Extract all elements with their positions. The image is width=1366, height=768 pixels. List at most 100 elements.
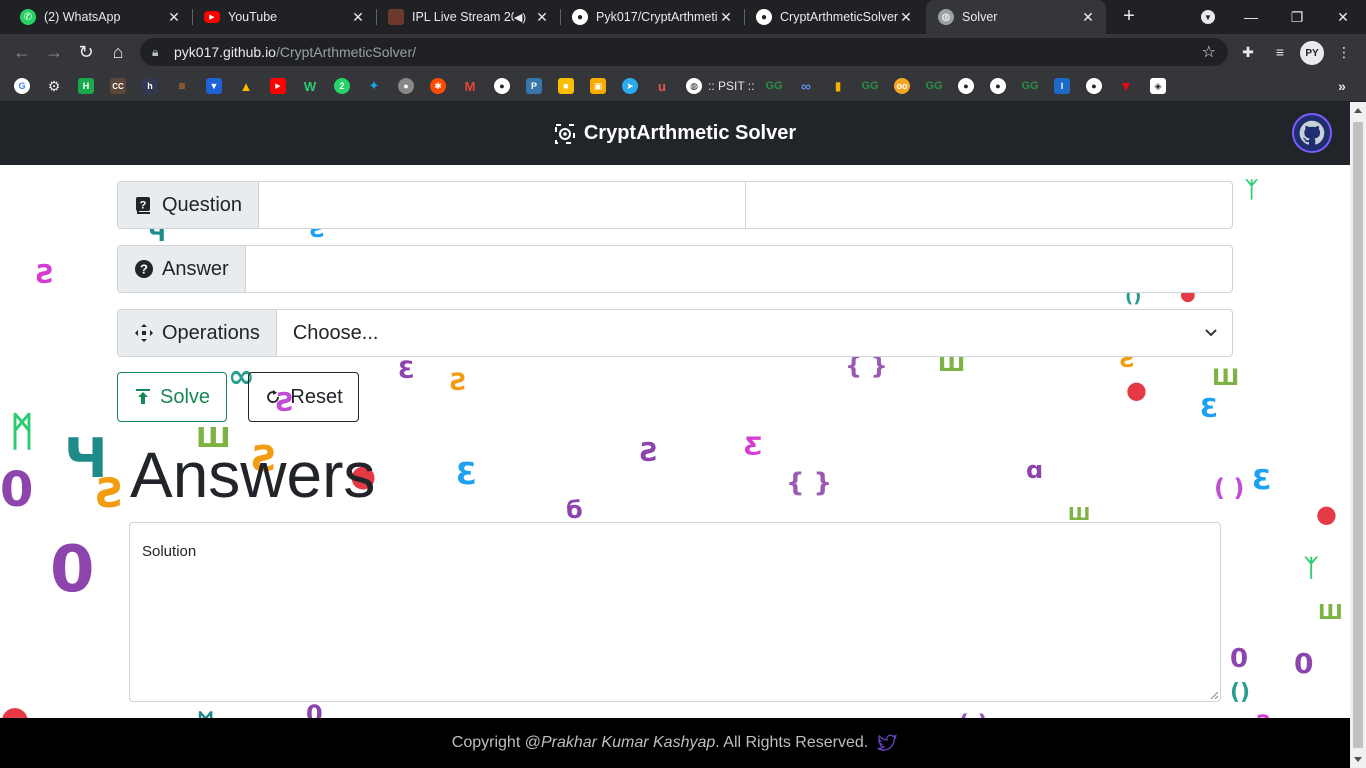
close-icon[interactable]: ✕ (1080, 9, 1096, 26)
bookmark-python[interactable]: P (526, 76, 542, 96)
address-bar[interactable]: 🔒︎ pyk017.github.io/CryptArthmeticSolver… (140, 38, 1228, 66)
github-link[interactable] (1292, 113, 1332, 153)
bookmark-gfg2[interactable]: GG (861, 76, 879, 96)
maximize-button[interactable]: ❐ (1274, 0, 1320, 34)
scroll-up-arrow-icon[interactable] (1354, 108, 1362, 113)
reset-button[interactable]: Reset (248, 372, 359, 422)
question-input-left[interactable] (259, 182, 746, 228)
twitter-icon[interactable] (876, 732, 898, 754)
germ-decoration: Ɛ (1252, 463, 1272, 496)
bookmark-codeforces[interactable]: ▼ (206, 76, 222, 96)
window-close-button[interactable]: ✕ (1320, 0, 1366, 34)
github-icon: ● (494, 78, 510, 94)
bookmark-gfg[interactable]: GG (765, 76, 783, 96)
operations-select[interactable]: Choose... (276, 310, 1232, 356)
tab-title: YouTube (228, 10, 278, 24)
url-path: /CryptArthmeticSolver/ (275, 44, 417, 60)
bookmark-swiggy[interactable]: ✱ (430, 76, 446, 96)
navbar: CryptArthmetic Solver (0, 102, 1350, 165)
bookmark-twitter[interactable]: ✦ (366, 76, 382, 96)
new-tab-button[interactable]: + (1118, 6, 1140, 28)
question-input-right[interactable] (745, 182, 1232, 228)
bookmark-hackerearth[interactable]: h (142, 76, 158, 96)
page-scrollbar[interactable] (1350, 102, 1366, 768)
bookmark-youtube[interactable]: ▶ (270, 76, 286, 96)
bookmarks-overflow[interactable]: » (1334, 76, 1350, 96)
bookmark-circle[interactable]: ● (398, 76, 414, 96)
tab-github-repo[interactable]: ● Pyk017/CryptArthmeti ✕ (560, 0, 744, 34)
bookmark-settings[interactable]: ⚙ (46, 76, 62, 96)
profile-avatar[interactable]: PY (1300, 41, 1324, 65)
answer-input[interactable] (245, 246, 1232, 292)
cube-icon: ◈ (1150, 78, 1166, 94)
minimize-button[interactable]: — (1228, 0, 1274, 34)
twitter-icon: ✦ (368, 78, 380, 93)
bookmark-gmail[interactable]: M (462, 76, 478, 96)
bookmark-cube[interactable]: ◈ (1150, 76, 1166, 96)
github-icon: ● (958, 78, 974, 94)
navbar-brand[interactable]: CryptArthmetic Solver (554, 122, 796, 145)
back-button[interactable]: ← (10, 40, 34, 64)
close-icon[interactable]: ✕ (718, 9, 734, 26)
speaker-icon[interactable]: ◀) (514, 11, 526, 24)
home-button[interactable]: ⌂ (106, 40, 130, 64)
bookmark-classroom[interactable]: ▣ (590, 76, 606, 96)
close-icon[interactable]: ✕ (350, 9, 366, 26)
close-icon[interactable]: ✕ (534, 9, 550, 26)
tab-ipl[interactable]: IPL Live Stream 20 ◀) ✕ (376, 0, 560, 34)
tab-github-solver[interactable]: ● CryptArthmeticSolver/ ✕ (744, 0, 924, 34)
bookmark-drive[interactable]: ▲ (238, 76, 254, 96)
extensions-icon[interactable]: ✚ (1238, 42, 1258, 62)
menu-icon[interactable]: ⋮ (1334, 42, 1354, 62)
bookmark-stackoverflow[interactable]: ≡ (174, 76, 190, 96)
question-circle-icon: ? (135, 260, 153, 278)
tab-title: IPL Live Stream 20 (412, 10, 514, 24)
gfg-icon: GG (765, 80, 783, 92)
reload-button[interactable]: ↻ (74, 40, 98, 64)
resize-handle-icon[interactable] (1209, 690, 1219, 700)
bookmark-github[interactable]: ● (494, 76, 510, 96)
bookmark-star-icon[interactable]: ☆ (1202, 42, 1216, 62)
scroll-down-arrow-icon[interactable] (1354, 757, 1362, 762)
germ-decoration: Ƨ (450, 368, 468, 396)
bookmark-psit[interactable]: ◍:: PSIT :: (686, 76, 754, 96)
bookmark-github2[interactable]: ● (958, 76, 974, 96)
bookmark-codechef[interactable]: CC (110, 76, 126, 96)
close-icon[interactable]: ✕ (898, 9, 914, 26)
lock-icon: 🔒︎ (152, 44, 159, 59)
bookmark-i[interactable]: I (1054, 76, 1070, 96)
bookmark-github4[interactable]: ● (1086, 76, 1102, 96)
bookmark-telegram[interactable]: ➤ (622, 76, 638, 96)
tab-youtube[interactable]: ▶ YouTube ✕ (192, 0, 376, 34)
solution-textarea[interactable] (129, 522, 1221, 702)
forward-button[interactable]: → (42, 40, 66, 64)
bookmark-gfg4[interactable]: GG (1021, 76, 1038, 96)
keep-icon: ■ (558, 78, 574, 94)
bookmark-owl[interactable]: oo (894, 76, 910, 96)
bookmark-whatsapp[interactable]: 2 (334, 76, 350, 96)
bookmark-github3[interactable]: ● (990, 76, 1006, 96)
classroom-icon: ▣ (590, 78, 606, 94)
bookmark-google[interactable]: G (14, 76, 30, 96)
gfg-icon: GG (861, 80, 879, 92)
github-icon: ● (1086, 78, 1102, 94)
bookmark-hackerrank[interactable]: H (78, 76, 94, 96)
bookmark-udemy[interactable]: u (654, 76, 670, 96)
globe-icon: ◍ (686, 78, 702, 94)
tab-solver[interactable]: ◍ Solver ✕ (926, 0, 1106, 34)
scrollbar-thumb[interactable] (1353, 122, 1363, 748)
tab-search-button[interactable]: ▼ (1185, 0, 1231, 34)
solve-button[interactable]: Solve (117, 372, 227, 422)
bookmark-infinity[interactable]: ∞ (798, 76, 814, 96)
bookmark-keep[interactable]: ■ (558, 76, 574, 96)
germ-decoration: ● (1316, 500, 1337, 528)
bookmark-gfg3[interactable]: GG (925, 76, 942, 96)
tab-whatsapp[interactable]: ✆ (2) WhatsApp ✕ (8, 0, 192, 34)
bookmark-v[interactable]: ▼ (1118, 76, 1134, 96)
germ-decoration: Ɛ (398, 356, 415, 384)
bookmark-chart[interactable]: ▮ (830, 76, 846, 96)
close-icon[interactable]: ✕ (166, 9, 182, 26)
bookmark-w[interactable]: W (302, 76, 318, 96)
media-control-icon[interactable]: ≡ (1270, 42, 1290, 62)
footer-author[interactable]: Prakhar Kumar Kashyap (541, 734, 715, 752)
